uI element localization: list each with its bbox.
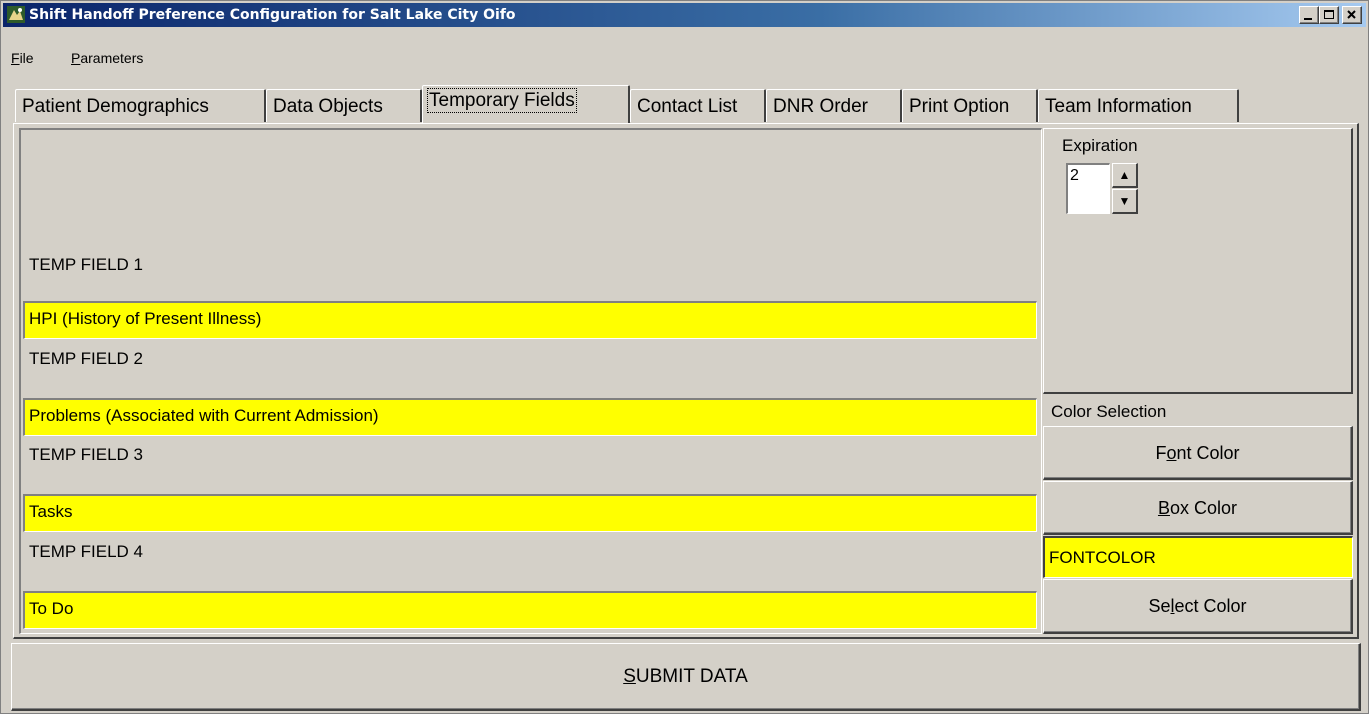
tab-print-option[interactable]: Print Option <box>902 89 1038 122</box>
box-color-button[interactable]: Box Color <box>1043 481 1353 535</box>
temp-field-1-input[interactable]: HPI (History of Present Illness) <box>23 301 1037 339</box>
maximize-icon <box>1324 10 1334 19</box>
maximize-button[interactable] <box>1319 6 1339 24</box>
box-color-label-post: ox Color <box>1169 498 1238 518</box>
temp-field-3-label: TEMP FIELD 3 <box>29 445 143 464</box>
tab-label: Team Information <box>1045 96 1192 117</box>
close-icon <box>1347 10 1356 19</box>
temp-field-1-label: TEMP FIELD 1 <box>29 255 143 274</box>
tab-contact-list[interactable]: Contact List <box>630 89 766 122</box>
color-selection-label: Color Selection <box>1051 402 1167 421</box>
menu-bar: File Parameters <box>3 46 1366 70</box>
font-color-preview-field[interactable]: FONTCOLOR <box>1043 536 1353 578</box>
app-window: Shift Handoff Preference Configuration f… <box>0 0 1369 714</box>
tab-patient-demographics[interactable]: Patient Demographics <box>15 89 266 122</box>
font-color-label-accel: o <box>1166 443 1177 463</box>
arrow-up-icon: ▲ <box>1118 168 1131 182</box>
submit-label: UBMIT DATA <box>635 666 748 687</box>
tab-label: Patient Demographics <box>22 96 209 117</box>
select-color-label-pre: Se <box>1148 596 1171 616</box>
menu-file[interactable]: File <box>11 50 34 66</box>
minimize-button[interactable] <box>1299 6 1319 24</box>
expiration-down-button[interactable]: ▼ <box>1112 189 1138 214</box>
minimize-icon <box>1304 18 1312 20</box>
menu-parameters[interactable]: Parameters <box>71 50 143 66</box>
expiration-up-button[interactable]: ▲ <box>1112 163 1138 188</box>
tab-label: Print Option <box>909 96 1010 117</box>
tab-label: DNR Order <box>773 96 869 117</box>
font-color-label-pre: F <box>1155 443 1167 463</box>
temp-fields-panel <box>19 128 1042 634</box>
arrow-down-icon: ▼ <box>1118 194 1131 208</box>
menu-file-label: ile <box>19 50 34 66</box>
menu-file-accel: F <box>11 50 20 66</box>
window-title: Shift Handoff Preference Configuration f… <box>29 7 516 23</box>
tab-dnr-order[interactable]: DNR Order <box>766 89 902 122</box>
submit-data-button[interactable]: SUBMIT DATA <box>11 643 1361 711</box>
temp-field-2-label: TEMP FIELD 2 <box>29 349 143 368</box>
tab-team-information[interactable]: Team Information <box>1038 89 1239 122</box>
temp-field-4-input[interactable]: To Do <box>23 591 1037 629</box>
menu-parameters-label: arameters <box>80 50 144 66</box>
tab-label: Contact List <box>637 96 738 117</box>
expiration-input[interactable]: 2 <box>1066 163 1110 214</box>
app-icon <box>7 6 25 23</box>
temp-field-3-input[interactable]: Tasks <box>23 494 1037 532</box>
title-bar[interactable]: Shift Handoff Preference Configuration f… <box>3 3 1366 27</box>
tab-label: Temporary Fields <box>427 88 577 113</box>
select-color-button[interactable]: Select Color <box>1043 579 1353 634</box>
font-color-label-post: nt Color <box>1176 443 1240 463</box>
close-button[interactable] <box>1342 6 1362 24</box>
expiration-label: Expiration <box>1062 136 1138 155</box>
select-color-label-post: ect Color <box>1174 596 1247 616</box>
tab-label: Data Objects <box>273 96 383 117</box>
temp-field-2-input[interactable]: Problems (Associated with Current Admiss… <box>23 398 1037 436</box>
tab-data-objects[interactable]: Data Objects <box>266 89 422 122</box>
tab-temporary-fields[interactable]: Temporary Fields <box>422 85 630 123</box>
font-color-button[interactable]: Font Color <box>1043 426 1353 480</box>
box-color-label-accel: B <box>1157 498 1170 518</box>
menu-parameters-accel: P <box>71 50 81 66</box>
submit-label-accel: S <box>623 666 636 687</box>
temp-field-4-label: TEMP FIELD 4 <box>29 542 143 561</box>
